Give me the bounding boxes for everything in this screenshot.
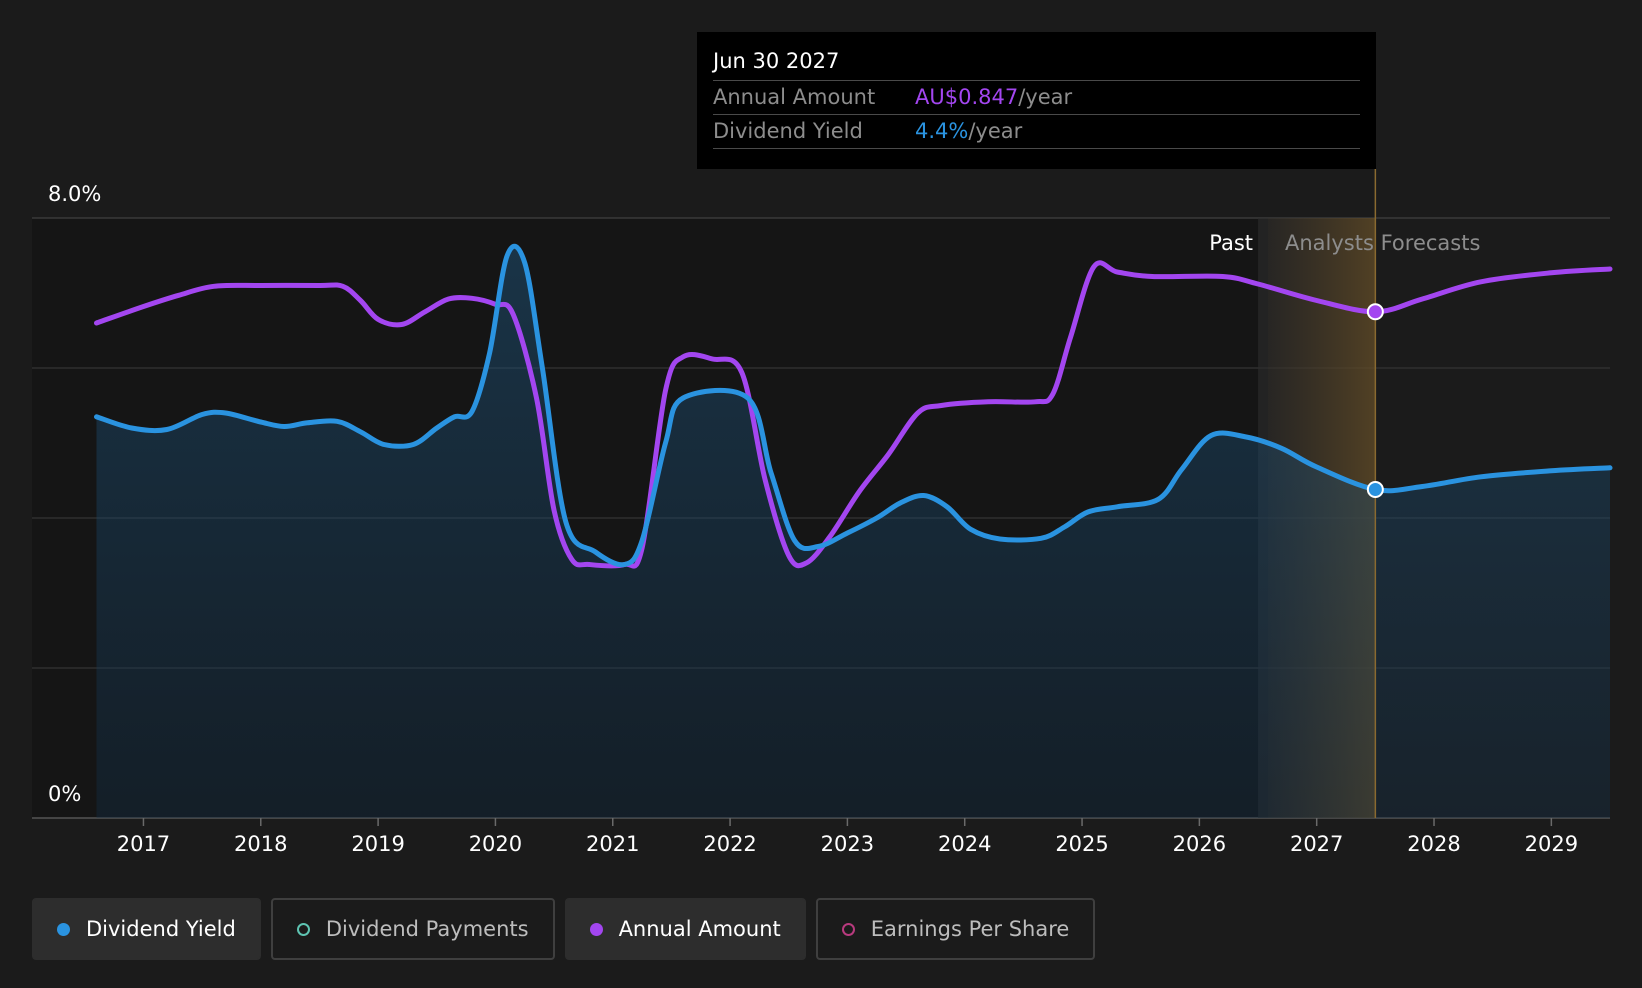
x-tick-label: 2017 <box>117 832 170 856</box>
x-tick-label: 2024 <box>938 832 991 856</box>
x-tick-label: 2025 <box>1055 832 1108 856</box>
x-tick-label: 2019 <box>351 832 404 856</box>
legend-toggle-dividend-yield[interactable]: Dividend Yield <box>32 898 261 960</box>
legend-label: Annual Amount <box>618 917 781 941</box>
x-tick-label: 2029 <box>1525 832 1578 856</box>
x-tick-label: 2027 <box>1290 832 1343 856</box>
tooltip-date: Jun 30 2027 <box>713 49 840 73</box>
y-axis-top-label: 8.0% <box>48 182 101 206</box>
legend-label: Earnings Per Share <box>870 917 1070 941</box>
hover-tooltip: Jun 30 2027 Annual Amount AU$0.847 /year… <box>697 32 1376 169</box>
tooltip-row-dividend-yield: Dividend Yield 4.4% /year <box>713 114 1360 149</box>
dividend-yield-marker <box>1366 481 1384 498</box>
legend-toggle-earnings-per-share[interactable]: Earnings Per Share <box>815 898 1096 960</box>
legend-toggle-annual-amount[interactable]: Annual Amount <box>564 898 806 960</box>
tooltip-value: 4.4% <box>915 119 969 143</box>
outline-dot-icon <box>841 922 855 936</box>
outline-dot-icon <box>296 922 310 936</box>
chart-legend: Dividend Yield Dividend Payments Annual … <box>32 898 1096 960</box>
tooltip-label: Dividend Yield <box>713 119 863 143</box>
tooltip-label: Annual Amount <box>713 85 876 109</box>
tooltip-unit: /year <box>968 119 1023 143</box>
tooltip-row-annual-amount: Annual Amount AU$0.847 /year <box>713 80 1360 114</box>
y-axis-bottom-label: 0% <box>48 782 81 806</box>
x-tick-label: 2022 <box>703 832 756 856</box>
x-tick-label: 2026 <box>1173 832 1226 856</box>
tooltip-unit: /year <box>1018 85 1073 109</box>
tooltip-value: AU$0.847 <box>915 85 1019 109</box>
legend-toggle-dividend-payments[interactable]: Dividend Payments <box>270 898 555 960</box>
x-tick-label: 2021 <box>586 832 639 856</box>
annual-amount-marker <box>1366 303 1384 321</box>
x-tick-label: 2028 <box>1407 832 1460 856</box>
legend-label: Dividend Payments <box>325 917 529 941</box>
x-tick-label: 2018 <box>234 832 287 856</box>
legend-label: Dividend Yield <box>86 917 236 941</box>
forecast-label: Analysts Forecasts <box>1285 231 1480 255</box>
filled-dot-icon <box>57 922 70 936</box>
x-tick-label: 2023 <box>821 832 874 856</box>
past-label: Past <box>1209 231 1253 255</box>
x-tick-label: 2020 <box>469 832 522 856</box>
filled-dot-icon <box>589 922 603 936</box>
